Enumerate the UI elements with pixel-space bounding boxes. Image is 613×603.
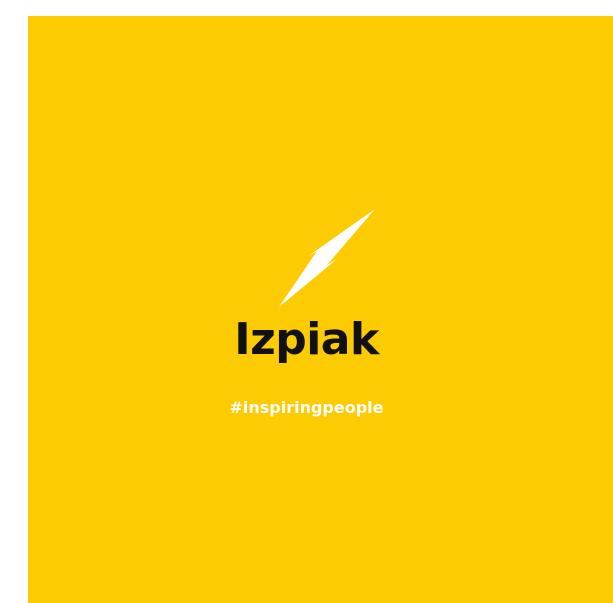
brand-name: Izpiak: [234, 314, 379, 365]
lightning-bolt-icon: [279, 209, 375, 307]
tagline: #inspiringpeople: [229, 398, 384, 417]
brand-card: [28, 16, 613, 603]
